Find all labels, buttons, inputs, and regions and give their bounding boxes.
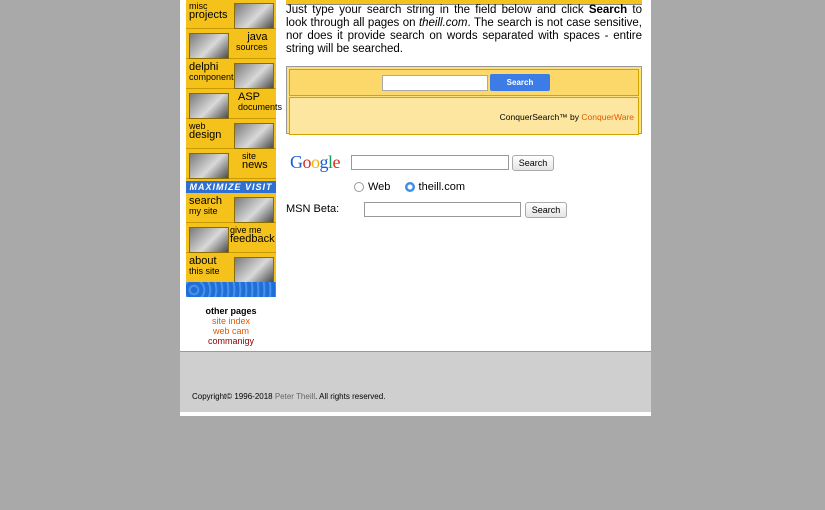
nav-item-misc-projects[interactable]: misc projects — [186, 0, 276, 29]
conquersearch-box: Search ConquerSearch™ by ConquerWare — [286, 66, 642, 135]
intro-italic: theill.com — [418, 17, 468, 29]
nav-item-delphi-components[interactable]: delphi components — [186, 60, 276, 89]
nav-item-asp-documents[interactable]: ASP documents — [186, 90, 282, 119]
nav-label-sub: my site — [189, 206, 218, 216]
radio-web-label: Web — [368, 181, 391, 193]
other-pages-title: other pages — [205, 306, 257, 316]
nav-label-main: news — [242, 159, 268, 171]
radio-theill-com[interactable] — [404, 182, 415, 192]
other-pages: other pages site index web cam commanigy — [186, 306, 276, 346]
nav-item-about-this-site[interactable]: about this site — [186, 254, 276, 283]
conquersearch-input[interactable] — [382, 75, 488, 91]
hand-thumbnail — [234, 123, 274, 149]
intro-text: Just type your search string in the fiel… — [286, 4, 642, 56]
nav-label-sub: sources — [236, 42, 268, 52]
windmill-thumbnail — [234, 3, 274, 29]
nav-label-main: design — [189, 129, 222, 141]
link-site-index[interactable]: site index — [186, 316, 276, 326]
nav-column: misc projects java sources delphi component… — [186, 0, 282, 297]
conquersearch-row: Search — [289, 69, 639, 96]
copyright-prefix: Copyright© 1996-2018 — [192, 392, 275, 401]
nav-item-site-news[interactable]: site news — [186, 150, 276, 179]
link-commanigy[interactable]: commanigy — [186, 336, 276, 346]
nav-label-sub: documents — [238, 102, 283, 112]
glasses-thumbnail — [189, 93, 229, 119]
google-logo: Google — [290, 152, 341, 172]
intro-bold: Search — [588, 4, 628, 16]
radio-site-label: theill.com — [418, 181, 466, 193]
link-web-cam[interactable]: web cam — [186, 326, 276, 336]
eye-thumbnail — [234, 257, 274, 283]
google-search-button[interactable]: Search — [512, 155, 554, 171]
newspaper-thumbnail — [189, 153, 229, 179]
radio-web[interactable] — [354, 182, 364, 192]
copyright-suffix: . All rights reserved. — [315, 392, 386, 401]
page-container: misc projects java sources delphi component… — [180, 0, 651, 416]
nav-item-java-sources[interactable]: java sources — [186, 30, 276, 59]
nav-label-sub: components — [189, 72, 239, 82]
building-thumbnail — [234, 63, 274, 89]
footer: Copyright© 1996-2018 Peter Theill. All r… — [180, 351, 651, 412]
copyright-text: Copyright© 1996-2018 Peter Theill. All r… — [192, 392, 385, 401]
conquerware-link[interactable]: ConquerWare — [581, 112, 634, 122]
nav-item-search-my-site[interactable]: search my site — [186, 194, 276, 223]
conquersearch-button[interactable]: Search — [490, 74, 550, 91]
intro-part: Just type your search string in the fiel… — [286, 4, 589, 16]
nav-item-give-me-feedback[interactable]: give me feedback — [186, 224, 276, 253]
nav-item-web-design[interactable]: web design — [186, 120, 276, 149]
credit-prefix: ConquerSearch™ by — [499, 112, 582, 122]
nav-label-main: projects — [189, 9, 228, 21]
author-link[interactable]: Peter Theill — [275, 392, 315, 401]
google-search-input[interactable] — [351, 155, 509, 170]
maximize-visit-banner: MAXIMIZE VISIT — [186, 181, 276, 193]
conquersearch-credit-row: ConquerSearch™ by ConquerWare — [289, 97, 639, 135]
feedback-thumbnail — [189, 227, 229, 253]
nav-label-main: feedback — [230, 233, 275, 245]
google-scope-radios: Web theill.com — [354, 181, 465, 193]
coffee-cup-thumbnail — [189, 33, 229, 59]
msn-search-button[interactable]: Search — [525, 202, 567, 218]
conquersearch-credit: ConquerSearch™ by ConquerWare — [500, 112, 634, 122]
nav-decoration — [186, 282, 276, 297]
msn-search-input[interactable] — [364, 202, 521, 217]
hands-thumbnail — [234, 197, 274, 223]
msn-label: MSN Beta: — [286, 203, 340, 215]
nav-label-sub: this site — [189, 266, 220, 276]
